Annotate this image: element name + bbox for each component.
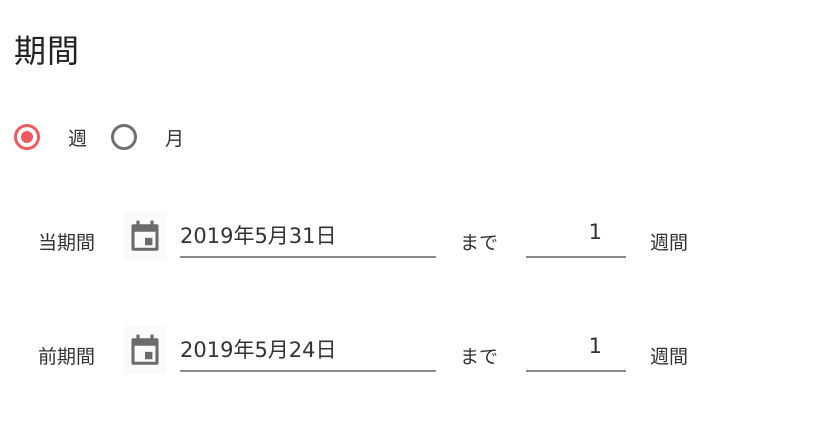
period-settings-panel: 期間 週 月 当期間 2019年5月31日 まで 1 週間 前期間 2019年5…	[0, 0, 835, 430]
radio-option-month[interactable]: 月	[111, 124, 184, 151]
current-period-unit-label: 週間	[650, 232, 689, 254]
previous-period-date-input[interactable]: 2019年5月24日	[180, 328, 436, 372]
current-period-count-input[interactable]: 1	[526, 214, 626, 258]
previous-period-row: 前期間 2019年5月24日 まで 1 週間	[0, 322, 835, 382]
radio-label-week: 週	[68, 127, 88, 150]
period-type-radio-group: 週 月	[14, 120, 208, 154]
current-period-label: 当期間	[38, 232, 96, 254]
calendar-icon	[131, 220, 159, 251]
previous-period-unit-label: 週間	[650, 346, 689, 368]
current-period-until-label: まで	[460, 232, 499, 254]
previous-period-count-input[interactable]: 1	[526, 328, 626, 372]
radio-button-week[interactable]	[14, 124, 40, 150]
previous-period-until-label: まで	[460, 346, 499, 368]
current-period-calendar-button[interactable]	[124, 212, 166, 260]
radio-label-month: 月	[165, 127, 185, 150]
current-period-row: 当期間 2019年5月31日 まで 1 週間	[0, 208, 835, 268]
previous-period-calendar-button[interactable]	[124, 326, 166, 374]
radio-option-week[interactable]: 週	[14, 124, 87, 151]
previous-period-label: 前期間	[38, 346, 96, 368]
current-period-date-input[interactable]: 2019年5月31日	[180, 214, 436, 258]
calendar-icon	[131, 334, 159, 365]
page-title: 期間	[14, 32, 81, 70]
radio-button-month[interactable]	[111, 124, 138, 150]
